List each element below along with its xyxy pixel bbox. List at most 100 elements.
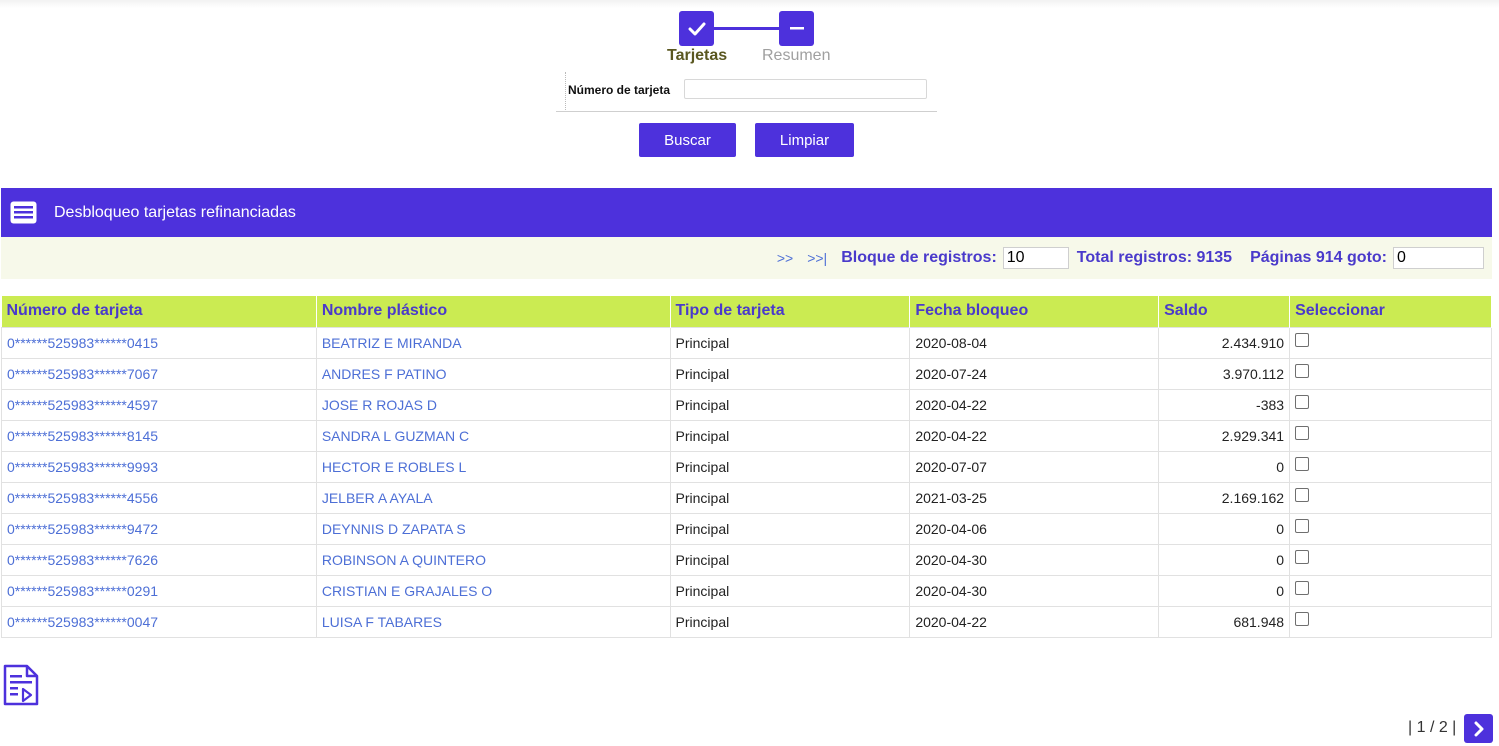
table-row: 0******525983******0291 CRISTIAN E GRAJA… xyxy=(1,574,1492,607)
minus-icon xyxy=(789,26,804,29)
pager-last-link[interactable]: >>| xyxy=(807,250,827,266)
block-size-label: Bloque de registros: xyxy=(841,249,997,266)
col-header-card-number[interactable]: Número de tarjeta xyxy=(1,296,317,327)
block-date-cell: 2021-03-25 xyxy=(909,481,1160,514)
block-date-cell: 2020-04-22 xyxy=(909,419,1160,452)
select-checkbox[interactable] xyxy=(1295,425,1310,440)
select-checkbox[interactable] xyxy=(1295,487,1310,502)
top-shade xyxy=(0,0,1499,8)
block-date-cell: 2020-07-07 xyxy=(909,450,1160,483)
block-date-cell: 2020-04-22 xyxy=(909,388,1160,421)
table-row: 0******525983******4556 JELBER A AYALA P… xyxy=(1,481,1492,514)
block-date-cell: 2020-07-24 xyxy=(909,357,1160,390)
balance-cell: 0 xyxy=(1158,512,1291,545)
card-number-link[interactable]: 0******525983******9472 xyxy=(1,512,317,545)
plastic-name-link[interactable]: ROBINSON A QUINTERO xyxy=(315,543,671,576)
select-cell xyxy=(1289,326,1492,359)
balance-cell: -383 xyxy=(1158,388,1291,421)
goto-page-input[interactable] xyxy=(1393,247,1484,269)
plastic-name-link[interactable]: BEATRIZ E MIRANDA xyxy=(315,326,671,359)
select-cell xyxy=(1289,543,1492,576)
select-cell xyxy=(1289,481,1492,514)
pager-bar: >> >>| Bloque de registros: Total regist… xyxy=(1,237,1492,279)
step-resumen-label: Resumen xyxy=(762,47,831,64)
table-header-row: Número de tarjeta Nombre plástico Tipo d… xyxy=(1,296,1492,327)
table-row: 0******525983******0047 LUISA F TABARES … xyxy=(1,605,1492,638)
col-header-balance[interactable]: Saldo xyxy=(1158,296,1291,327)
block-date-cell: 2020-04-06 xyxy=(909,512,1160,545)
select-checkbox[interactable] xyxy=(1295,580,1310,595)
select-cell xyxy=(1289,357,1492,390)
card-type-cell: Principal xyxy=(669,512,911,545)
col-header-date[interactable]: Fecha bloqueo xyxy=(909,296,1160,327)
select-checkbox[interactable] xyxy=(1295,456,1310,471)
select-checkbox[interactable] xyxy=(1295,549,1310,564)
col-header-type[interactable]: Tipo de tarjeta xyxy=(670,296,911,327)
buscar-button[interactable]: Buscar xyxy=(639,123,736,157)
card-number-link[interactable]: 0******525983******8145 xyxy=(1,419,317,452)
panel-title: Desbloqueo tarjetas refinanciadas xyxy=(54,203,296,221)
select-checkbox[interactable] xyxy=(1295,332,1310,347)
block-date-cell: 2020-08-04 xyxy=(909,326,1160,359)
card-type-cell: Principal xyxy=(669,326,911,359)
stepper: Tarjetas Resumen xyxy=(660,10,840,68)
col-header-name[interactable]: Nombre plástico xyxy=(316,296,671,327)
balance-cell: 681.948 xyxy=(1158,605,1291,638)
card-number-link[interactable]: 0******525983******0291 xyxy=(1,574,317,607)
plastic-name-link[interactable]: DEYNNIS D ZAPATA S xyxy=(315,512,671,545)
cards-table: Número de tarjeta Nombre plástico Tipo d… xyxy=(1,296,1492,638)
col-header-select[interactable]: Seleccionar xyxy=(1289,296,1492,327)
plastic-name-link[interactable]: LUISA F TABARES xyxy=(315,605,671,638)
block-date-cell: 2020-04-30 xyxy=(909,574,1160,607)
chevron-right-icon xyxy=(1474,721,1483,736)
pager-next-link[interactable]: >> xyxy=(777,250,793,266)
list-card-icon xyxy=(10,201,38,225)
select-checkbox[interactable] xyxy=(1295,363,1310,378)
limpiar-button[interactable]: Limpiar xyxy=(755,123,854,157)
balance-cell: 2.929.341 xyxy=(1158,419,1291,452)
block-size-input[interactable] xyxy=(1002,247,1069,269)
card-number-link[interactable]: 0******525983******9993 xyxy=(1,450,317,483)
card-type-cell: Principal xyxy=(669,574,911,607)
card-type-cell: Principal xyxy=(669,481,911,514)
table-row: 0******525983******7626 ROBINSON A QUINT… xyxy=(1,543,1492,576)
select-cell xyxy=(1289,419,1492,452)
document-export-icon[interactable] xyxy=(3,664,39,706)
table-row: 0******525983******8145 SANDRA L GUZMAN … xyxy=(1,419,1492,452)
balance-cell: 0 xyxy=(1158,450,1291,483)
select-checkbox[interactable] xyxy=(1295,518,1310,533)
table-row: 0******525983******9472 DEYNNIS D ZAPATA… xyxy=(1,512,1492,545)
block-date-cell: 2020-04-22 xyxy=(909,605,1160,638)
plastic-name-link[interactable]: SANDRA L GUZMAN C xyxy=(315,419,671,452)
total-records-label: Total registros: 9135 xyxy=(1076,249,1233,266)
card-number-link[interactable]: 0******525983******7067 xyxy=(1,357,317,390)
select-cell xyxy=(1289,388,1492,421)
next-page-button[interactable] xyxy=(1464,714,1493,743)
table-row: 0******525983******4597 JOSE R ROJAS D P… xyxy=(1,388,1492,421)
step-resumen-box[interactable] xyxy=(779,11,814,46)
pages-goto-label: Páginas 914 goto: xyxy=(1250,249,1387,266)
plastic-name-link[interactable]: HECTOR E ROBLES L xyxy=(315,450,671,483)
plastic-name-link[interactable]: JOSE R ROJAS D xyxy=(315,388,671,421)
select-checkbox[interactable] xyxy=(1295,611,1310,626)
select-checkbox[interactable] xyxy=(1295,394,1310,409)
select-cell xyxy=(1289,512,1492,545)
card-number-link[interactable]: 0******525983******4556 xyxy=(1,481,317,514)
card-number-link[interactable]: 0******525983******0415 xyxy=(1,326,317,359)
balance-cell: 0 xyxy=(1158,543,1291,576)
card-type-cell: Principal xyxy=(669,357,911,390)
card-number-link[interactable]: 0******525983******7626 xyxy=(1,543,317,576)
step-tarjetas-box[interactable] xyxy=(679,11,714,46)
select-cell xyxy=(1289,450,1492,483)
plastic-name-link[interactable]: JELBER A AYALA xyxy=(315,481,671,514)
card-number-link[interactable]: 0******525983******4597 xyxy=(1,388,317,421)
stepper-connector xyxy=(714,27,779,30)
plastic-name-link[interactable]: CRISTIAN E GRAJALES O xyxy=(315,574,671,607)
card-number-input[interactable] xyxy=(684,79,927,99)
card-number-label: Número de tarjeta xyxy=(568,83,671,97)
card-number-link[interactable]: 0******525983******0047 xyxy=(1,605,317,638)
check-icon xyxy=(688,22,705,35)
card-type-cell: Principal xyxy=(669,450,911,483)
balance-cell: 0 xyxy=(1158,574,1291,607)
plastic-name-link[interactable]: ANDRES F PATINO xyxy=(315,357,671,390)
